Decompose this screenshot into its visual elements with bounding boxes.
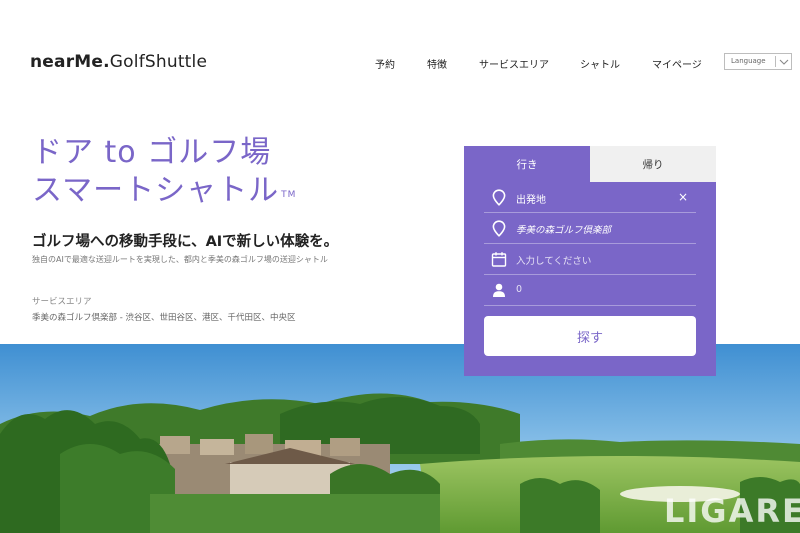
language-select-divider — [775, 56, 776, 67]
date-field[interactable]: 入力してください — [484, 244, 696, 275]
origin-field[interactable]: 出発地 × — [484, 182, 696, 213]
person-icon — [493, 283, 505, 297]
hero-tagline: ゴルフ場への移動手段に、AIで新しい体験を。 — [32, 234, 339, 250]
search-button[interactable]: 探す — [484, 316, 696, 356]
passengers-value: 0 — [516, 284, 523, 295]
passengers-field[interactable]: 0 — [484, 275, 696, 306]
nav-item-shuttle[interactable]: シャトル — [580, 56, 620, 71]
tab-return[interactable]: 帰り — [590, 146, 716, 182]
hero-title-line2-wrap: スマートシャトル TM — [32, 172, 296, 210]
nav-item-mypage[interactable]: マイページ — [652, 56, 702, 71]
watermark-logo: LIGARE — [664, 492, 800, 530]
trademark-mark: TM — [281, 190, 297, 200]
hero-title-line2: スマートシャトル — [32, 173, 280, 208]
calendar-icon — [491, 252, 507, 267]
service-area-value: 季美の森ゴルフ倶楽部 - 渋谷区、世田谷区、港区、千代田区、中央区 — [32, 313, 296, 323]
date-placeholder: 入力してください — [516, 256, 592, 267]
main-nav: 予約 特徴 サービスエリア シャトル マイページ — [0, 56, 800, 72]
hero-subtext: 独自のAIで最適な送迎ルートを実現した、都内と季美の森ゴルフ場の送迎シャトル — [32, 255, 328, 264]
origin-placeholder: 出発地 — [516, 195, 546, 206]
hero-title: ドア to ゴルフ場 スマートシャトル TM — [32, 134, 296, 210]
location-pin-icon — [492, 189, 506, 206]
location-pin-icon — [492, 220, 506, 237]
language-select[interactable]: Language — [724, 53, 792, 70]
site-header: nearMe.GolfShuttle 予約 特徴 サービスエリア シャトル マイ… — [0, 0, 800, 120]
booking-widget: 行き 帰り 出発地 × 季美の森ゴルフ倶楽部 入力してください 0 探す — [464, 146, 716, 376]
language-select-label: Language — [731, 57, 766, 65]
service-area-label: サービスエリア — [32, 297, 92, 307]
nav-item-features[interactable]: 特徴 — [427, 56, 447, 71]
chevron-down-icon — [779, 59, 789, 65]
destination-field[interactable]: 季美の森ゴルフ倶楽部 — [484, 213, 696, 244]
hero-title-line1: ドア to ゴルフ場 — [32, 135, 272, 170]
tab-outbound[interactable]: 行き — [464, 146, 590, 182]
destination-value: 季美の森ゴルフ倶楽部 — [516, 225, 612, 236]
close-icon[interactable]: × — [678, 190, 688, 204]
booking-form: 出発地 × 季美の森ゴルフ倶楽部 入力してください 0 探す — [464, 182, 716, 376]
nav-item-reservation[interactable]: 予約 — [375, 56, 395, 71]
nav-item-service-area[interactable]: サービスエリア — [479, 56, 549, 71]
